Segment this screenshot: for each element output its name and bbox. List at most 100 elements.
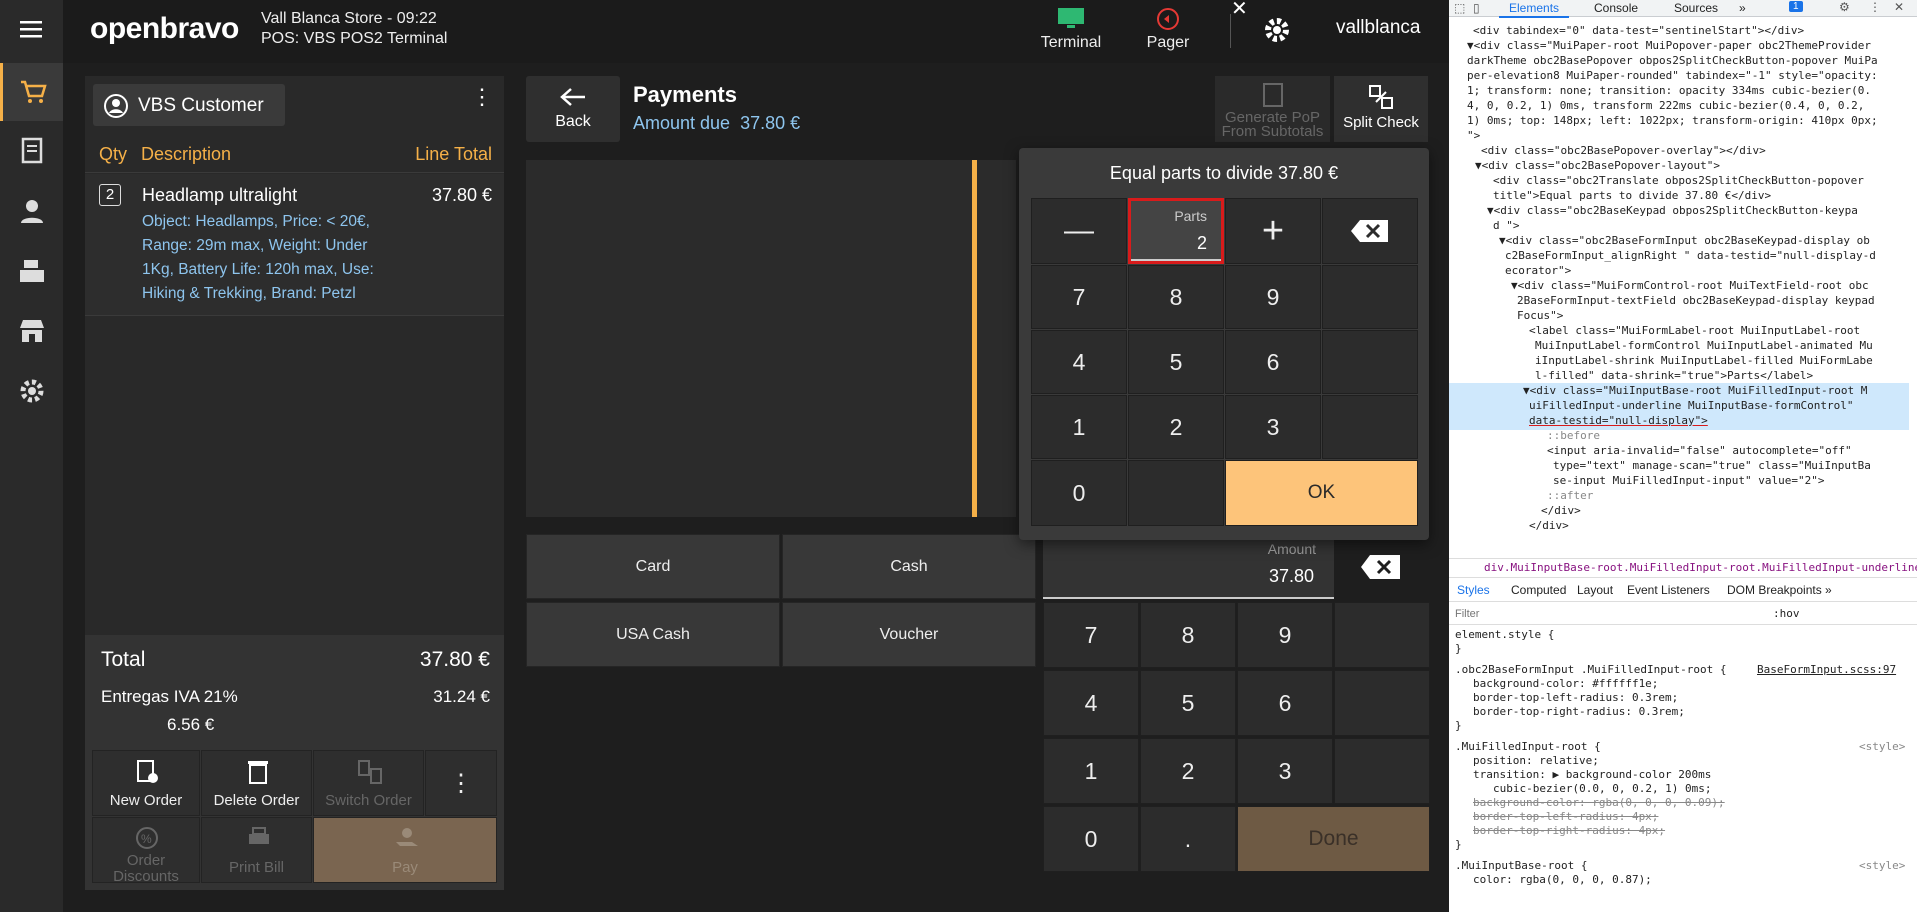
devtools-more-icon[interactable]: ⋮ (1869, 0, 1881, 14)
split-check-button[interactable]: Split Check (1334, 76, 1428, 142)
order-line[interactable]: 2 Headlamp ultralight 37.80 € Object: He… (85, 174, 504, 316)
sidebar-item-settings[interactable] (0, 362, 63, 420)
key-blank[interactable] (1334, 602, 1430, 668)
usa-cash-button[interactable]: USA Cash (526, 602, 780, 667)
popover-key-blank[interactable] (1322, 265, 1418, 329)
devtools-close-icon[interactable]: ✕ (1894, 0, 1904, 14)
sidebar-item-store[interactable] (0, 302, 63, 360)
backspace-button[interactable] (1360, 554, 1402, 585)
popover-key-3[interactable]: 3 (1225, 395, 1321, 459)
tab-console[interactable]: Console (1594, 1, 1638, 15)
pager-button[interactable]: Pager (1123, 4, 1213, 56)
inspect-icon[interactable]: ⬚ (1454, 1, 1465, 15)
generate-pop-button[interactable]: Generate PoP From Subtotals (1215, 76, 1330, 142)
pay-button[interactable]: Pay (313, 817, 497, 883)
parts-display[interactable]: Parts 2 (1128, 198, 1224, 264)
cash-button[interactable]: Cash (782, 534, 1036, 599)
receipt-icon (21, 137, 42, 164)
key-9[interactable]: 9 (1237, 602, 1333, 668)
tab-sources[interactable]: Sources (1674, 1, 1718, 15)
key-dot[interactable]: . (1140, 806, 1236, 872)
devtools-gear-icon[interactable]: ⚙ (1839, 0, 1850, 14)
popover-key-2[interactable]: 2 (1128, 395, 1224, 459)
key-5[interactable]: 5 (1140, 670, 1236, 736)
menu-button[interactable] (0, 0, 63, 58)
ok-button[interactable]: OK (1225, 460, 1418, 526)
settings-button[interactable] (1263, 16, 1291, 49)
monitor-icon (1058, 8, 1084, 28)
more-actions-button[interactable]: ⋮ (425, 750, 497, 816)
sidebar-item-receipts[interactable] (0, 122, 63, 180)
popover-key-9[interactable]: 9 (1225, 265, 1321, 329)
underline (1131, 259, 1221, 261)
sidebar-item-cart[interactable] (0, 63, 63, 121)
key-2[interactable]: 2 (1140, 738, 1236, 804)
key-6[interactable]: 6 (1237, 670, 1333, 736)
card-button[interactable]: Card (526, 534, 780, 599)
tab-dom-breakpoints[interactable]: DOM Breakpoints (1727, 583, 1822, 597)
tab-more-styles[interactable]: » (1825, 583, 1832, 597)
tab-event-listeners[interactable]: Event Listeners (1627, 583, 1710, 597)
styles-filter-input[interactable] (1455, 606, 1765, 622)
done-button[interactable]: Done (1237, 806, 1430, 872)
new-order-button[interactable]: New Order (92, 750, 200, 816)
trash-icon (248, 761, 268, 784)
terminal-button[interactable]: Terminal (1026, 4, 1116, 56)
key-1[interactable]: 1 (1043, 738, 1139, 804)
order-panel: VBS Customer ⋮ Qty Description Line Tota… (85, 76, 504, 890)
user-name[interactable]: vallblanca (1336, 17, 1421, 39)
popover-key-5[interactable]: 5 (1128, 330, 1224, 394)
plus-button[interactable]: + (1225, 198, 1321, 264)
popover-key-blank[interactable] (1128, 460, 1224, 526)
amount-display[interactable]: Amount 37.80 (1043, 534, 1334, 599)
tab-more[interactable]: » (1739, 1, 1746, 15)
switch-order-button[interactable]: Switch Order (313, 750, 424, 816)
line-details: Object: Headlamps, Price: < 20€, Range: … (142, 213, 374, 302)
popover-key-8[interactable]: 8 (1128, 265, 1224, 329)
back-button[interactable]: Back (526, 76, 620, 142)
store-info: Vall Blanca Store - 09:22 POS: VBS POS2 … (261, 9, 447, 49)
key-8[interactable]: 8 (1140, 602, 1236, 668)
close-icon[interactable]: ✕ (1231, 0, 1248, 21)
popover-key-blank[interactable] (1322, 330, 1418, 394)
minus-button[interactable]: — (1031, 198, 1127, 264)
key-7[interactable]: 7 (1043, 602, 1139, 668)
tab-layout[interactable]: Layout (1577, 583, 1613, 597)
device-toggle-icon[interactable]: ▯ (1473, 1, 1480, 15)
delete-order-button[interactable]: Delete Order (201, 750, 312, 816)
more-vertical-icon: ⋮ (449, 770, 473, 797)
popover-key-4[interactable]: 4 (1031, 330, 1127, 394)
tab-computed[interactable]: Computed (1511, 583, 1566, 597)
store-icon (19, 320, 44, 342)
tab-elements[interactable]: Elements (1499, 0, 1570, 18)
popover-key-6[interactable]: 6 (1225, 330, 1321, 394)
voucher-button[interactable]: Voucher (782, 602, 1036, 667)
popover-key-0[interactable]: 0 (1031, 460, 1127, 526)
print-bill-button[interactable]: Print Bill (201, 817, 312, 883)
line-product-name: Headlamp ultralight (142, 185, 298, 205)
key-0[interactable]: 0 (1043, 806, 1139, 872)
sidebar-item-cashup[interactable] (0, 242, 63, 300)
sidebar-item-customers[interactable] (0, 182, 63, 240)
hov-toggle[interactable]: :hov (1773, 607, 1800, 620)
backspace-icon (1351, 220, 1388, 242)
popover-key-blank[interactable] (1322, 395, 1418, 459)
popover-key-7[interactable]: 7 (1031, 265, 1127, 329)
key-blank[interactable] (1334, 670, 1430, 736)
tab-styles[interactable]: Styles (1457, 583, 1490, 597)
popover-key-1[interactable]: 1 (1031, 395, 1127, 459)
key-3[interactable]: 3 (1237, 738, 1333, 804)
key-4[interactable]: 4 (1043, 670, 1139, 736)
popover-backspace-button[interactable] (1322, 198, 1418, 264)
order-discounts-button[interactable]: % Order Discounts (92, 817, 200, 885)
issues-badge[interactable]: 1 (1789, 1, 1803, 12)
key-blank[interactable] (1334, 738, 1430, 804)
divider (1230, 14, 1231, 48)
dom-tree: <div tabindex="0" data-test="sentinelSta… (1449, 18, 1917, 558)
breadcrumb[interactable]: div.MuiInputBase-root.MuiFilledInput-roo… (1449, 558, 1917, 578)
order-header: Qty Description Line Total (85, 136, 504, 173)
new-order-icon (137, 760, 158, 783)
more-options-icon[interactable]: ⋮ (471, 86, 493, 108)
popover-title: Equal parts to divide 37.80 € (1109, 163, 1339, 183)
customer-button[interactable]: VBS Customer (93, 84, 285, 126)
